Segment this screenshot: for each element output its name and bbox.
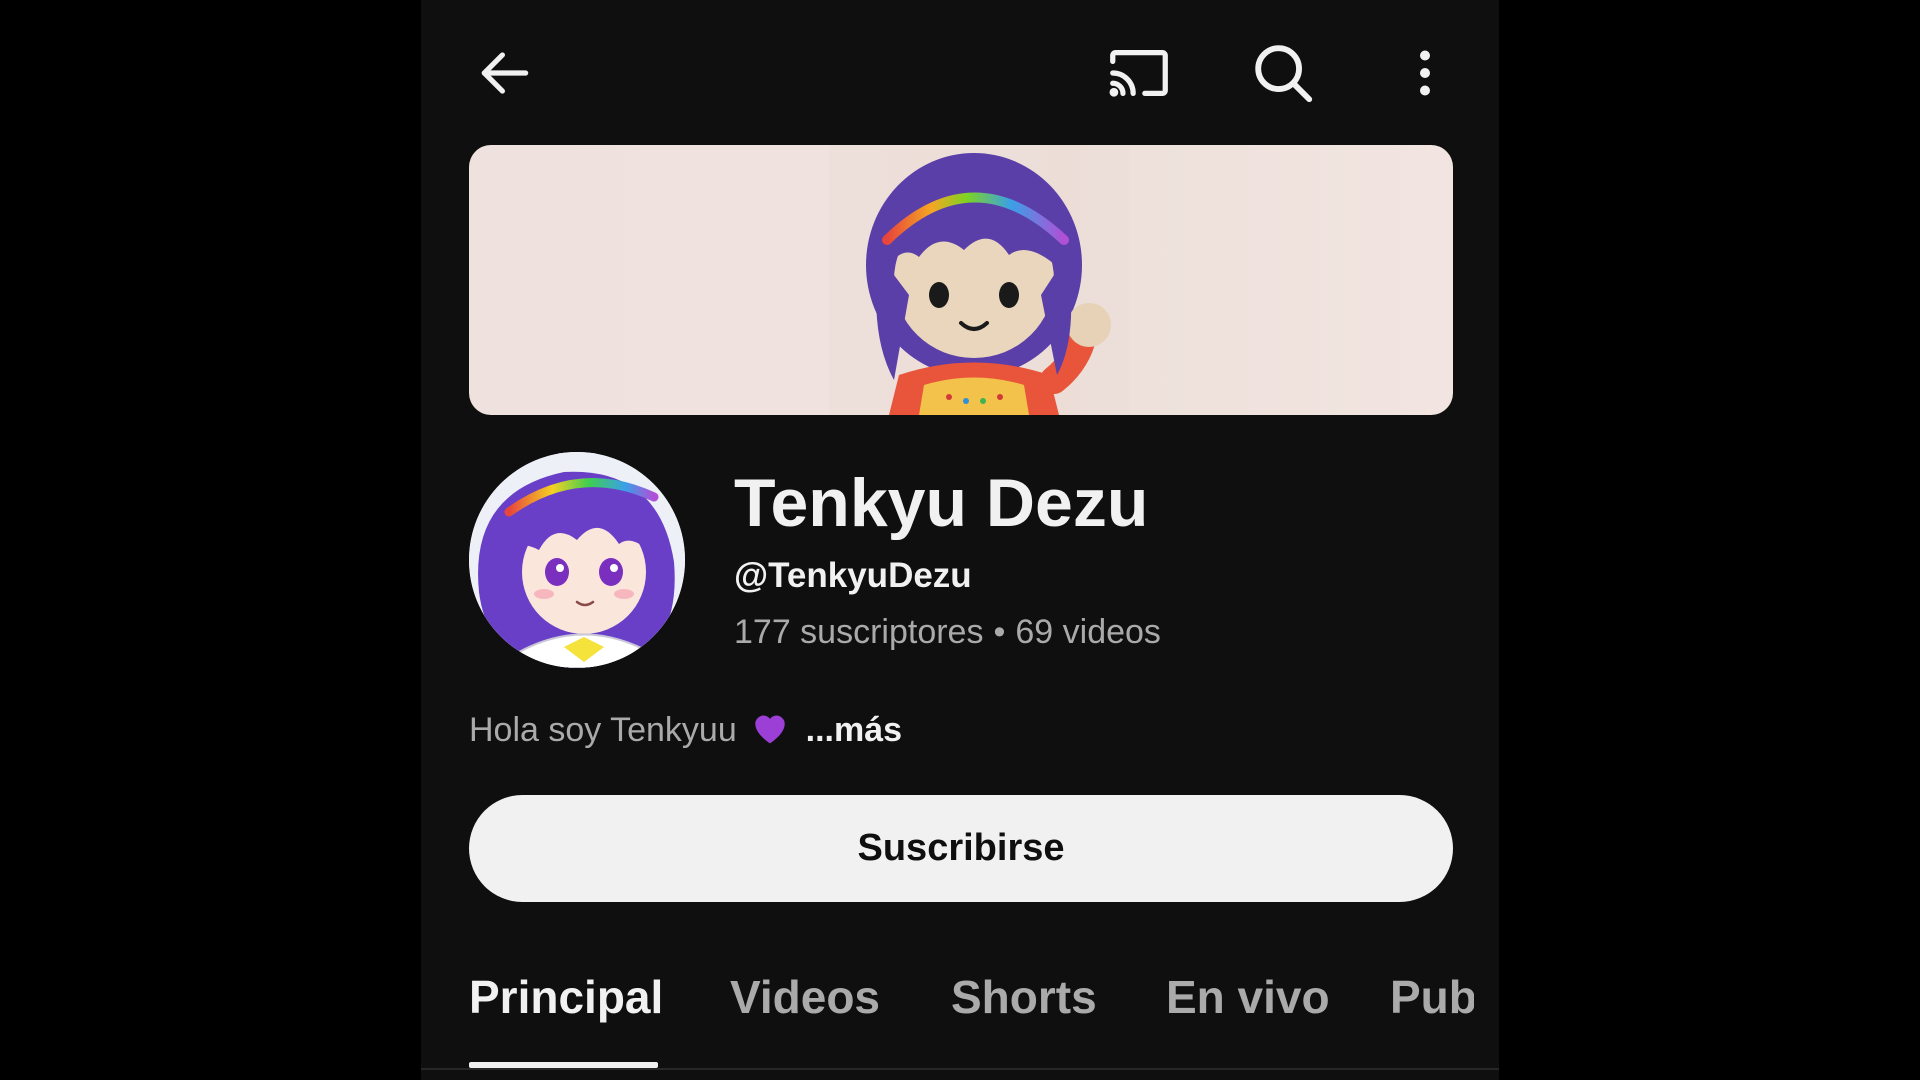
channel-banner bbox=[469, 145, 1453, 415]
tab-shorts[interactable]: Shorts bbox=[951, 970, 1097, 1024]
tabs-divider bbox=[421, 1068, 1499, 1070]
back-button[interactable] bbox=[470, 38, 540, 108]
tab-videos[interactable]: Videos bbox=[730, 970, 880, 1024]
subscriber-count: 177 suscriptores bbox=[734, 613, 984, 651]
avatar-anime-girl-image bbox=[469, 452, 685, 668]
channel-description[interactable]: Hola soy Tenkyuu ...más bbox=[469, 708, 902, 756]
stats-separator: • bbox=[993, 613, 1006, 651]
cast-button[interactable] bbox=[1104, 38, 1174, 108]
top-app-bar bbox=[421, 0, 1499, 145]
channel-handle: @TenkyuDezu bbox=[734, 556, 972, 595]
description-text: Hola soy Tenkyuu bbox=[469, 711, 737, 749]
tab-publicaciones[interactable]: Publicaciones bbox=[1390, 970, 1474, 1024]
subscribe-button[interactable]: Suscribirse bbox=[469, 795, 1453, 902]
more-vertical-icon bbox=[1420, 50, 1430, 96]
arrow-left-icon bbox=[481, 52, 529, 94]
channel-tabs: Principal Videos Shorts En vivo Publicac… bbox=[421, 960, 1499, 1070]
channel-stats: 177 suscriptores • 69 videos bbox=[734, 610, 1434, 654]
video-count: 69 videos bbox=[1015, 613, 1161, 651]
search-button[interactable] bbox=[1248, 38, 1318, 108]
more-options-button[interactable] bbox=[1390, 38, 1460, 108]
channel-avatar[interactable] bbox=[469, 452, 685, 668]
tab-en-vivo[interactable]: En vivo bbox=[1166, 970, 1330, 1024]
channel-info: Tenkyu Dezu @TenkyuDezu 177 suscriptores… bbox=[734, 460, 1434, 654]
description-more-link[interactable]: ...más bbox=[806, 711, 902, 749]
tab-principal[interactable]: Principal bbox=[469, 970, 663, 1024]
banner-plush-figure-image bbox=[829, 145, 1129, 415]
channel-name: Tenkyu Dezu bbox=[734, 465, 1149, 541]
youtube-channel-screen: Tenkyu Dezu @TenkyuDezu 177 suscriptores… bbox=[421, 0, 1499, 1080]
cast-icon bbox=[1109, 49, 1168, 97]
purple-heart-icon bbox=[750, 709, 790, 756]
search-icon bbox=[1255, 45, 1313, 103]
